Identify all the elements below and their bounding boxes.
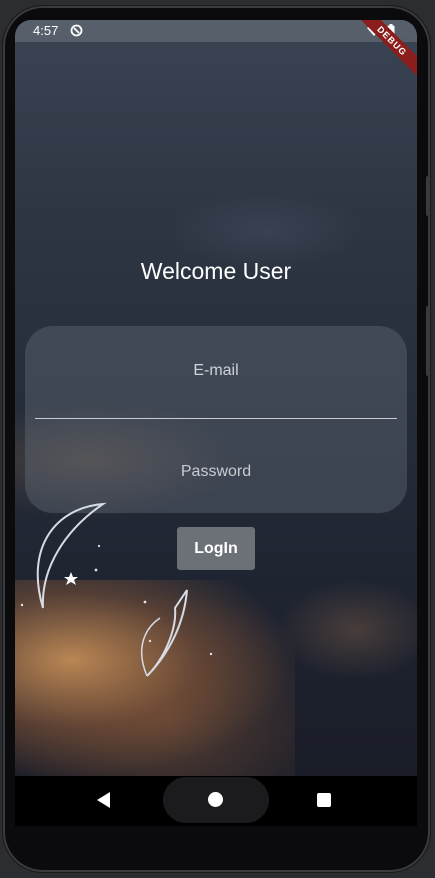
power-button (426, 306, 430, 376)
background-cloud (275, 580, 417, 680)
password-field[interactable]: Password (25, 463, 407, 481)
navigation-bar (15, 776, 417, 826)
back-triangle-icon[interactable] (97, 792, 111, 808)
debug-banner: DEBUG (348, 20, 417, 85)
recents-square-icon[interactable] (317, 793, 331, 807)
moon-doodle-icon (20, 502, 213, 677)
home-circle-icon (208, 792, 223, 807)
sync-circle-icon (70, 24, 83, 37)
page-title: Welcome User (140, 258, 292, 284)
app-screen: 4:57 DEBUG Welcome User E-mail Password … (15, 20, 417, 776)
status-time: 4:57 (33, 23, 59, 38)
login-card: E-mail Password (25, 326, 407, 513)
email-field[interactable]: E-mail (25, 362, 407, 380)
volume-button (426, 176, 430, 216)
status-bar: 4:57 DEBUG (15, 20, 417, 85)
email-field-underline (35, 418, 397, 419)
home-button[interactable] (163, 777, 269, 823)
